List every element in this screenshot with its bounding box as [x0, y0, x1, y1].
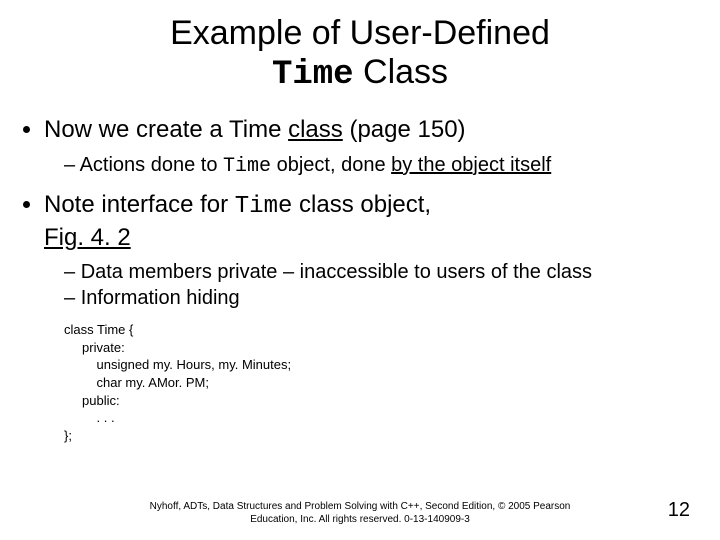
bullet-1-sub-1: Actions done to Time object, done by the…: [64, 152, 708, 180]
time-mono-1: Time: [223, 155, 271, 178]
bullet-1-sub: Actions done to Time object, done by the…: [44, 152, 708, 180]
title-line2-post: Class: [354, 53, 448, 91]
footer-line2: Education, Inc. All rights reserved. 0-1…: [250, 514, 470, 525]
title-line1: Example of User-Defined: [170, 14, 550, 52]
bullet-1-underline: class: [288, 116, 343, 143]
bullet-2-sub: Data members private – inaccessible to u…: [44, 259, 708, 311]
bullet-2-sub-2: Information hiding: [64, 285, 708, 311]
time-mono-2: Time: [235, 193, 293, 220]
bullet-2: Note interface for Time class object, Fi…: [44, 190, 708, 311]
bullet-2-fig: Fig. 4. 2: [44, 224, 131, 251]
footer: Nyhoff, ADTs, Data Structures and Proble…: [0, 501, 720, 526]
title-time-word: Time: [272, 56, 354, 94]
bullet-1: Now we create a Time class (page 150) Ac…: [44, 115, 708, 180]
slide-title: Example of User-Defined Time Class: [0, 0, 720, 95]
footer-line1: Nyhoff, ADTs, Data Structures and Proble…: [150, 501, 571, 512]
bullet-2-sub-1: Data members private – inaccessible to u…: [64, 259, 708, 285]
code-block: class Time { private: unsigned my. Hours…: [64, 321, 720, 444]
bullet-list: Now we create a Time class (page 150) Ac…: [0, 115, 720, 311]
page-number: 12: [668, 499, 690, 522]
